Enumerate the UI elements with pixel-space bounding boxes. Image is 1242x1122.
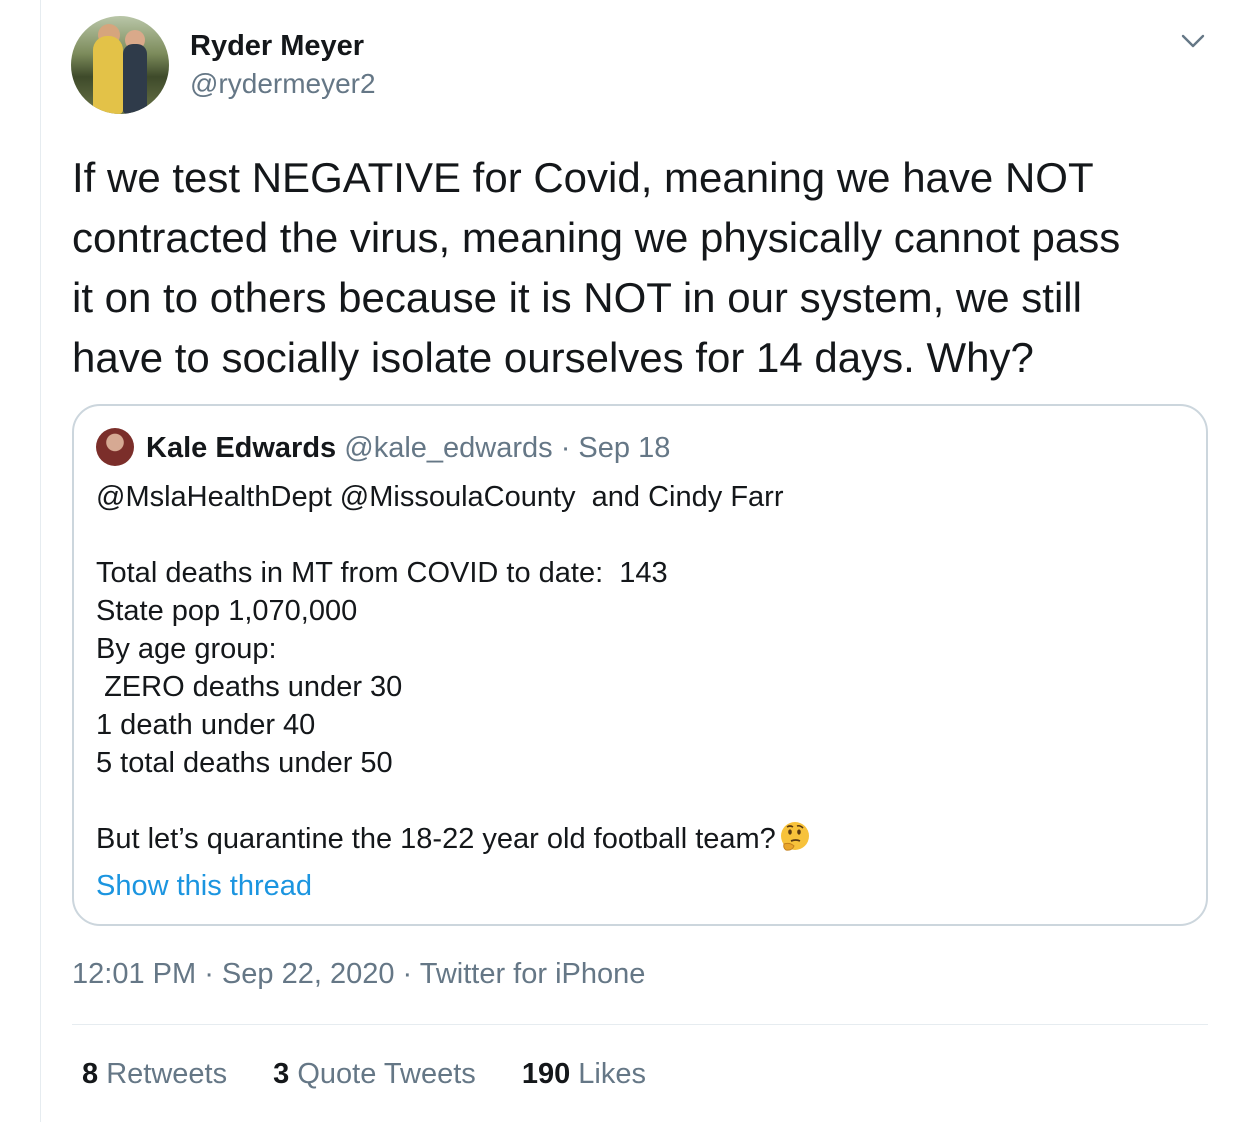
stats-divider	[72, 1024, 1208, 1025]
quoted-tweet-text: @MslaHealthDept @MissoulaCounty and Cind…	[96, 478, 1186, 858]
quoted-tweet-date[interactable]: Sep 18	[578, 432, 670, 464]
tweet-text: If we test NEGATIVE for Covid, meaning w…	[72, 154, 1121, 381]
quoted-author-name[interactable]: Kale Edwards	[146, 432, 336, 464]
retweets-stat[interactable]: 8 Retweets	[82, 1058, 227, 1091]
quoted-author-avatar[interactable]	[96, 428, 134, 466]
author-avatar[interactable]	[71, 16, 169, 114]
quoted-tweet-header: Kale Edwards @kale_edwards · Sep 18	[146, 432, 670, 465]
author-handle[interactable]: @rydermeyer2	[190, 68, 376, 100]
likes-count: 190	[521, 1058, 571, 1090]
quoted-tweet-body: @MslaHealthDept @MissoulaCounty and Cind…	[96, 481, 784, 855]
column-divider	[40, 0, 41, 1122]
quote-tweets-label: Quote Tweets	[297, 1058, 476, 1090]
quoted-author-handle[interactable]: @kale_edwards	[344, 432, 552, 464]
timestamp-separator: ·	[196, 958, 222, 990]
tweet-detail-page: Ryder Meyer @rydermeyer2 If we test NEGA…	[0, 0, 1242, 1122]
author-name[interactable]: Ryder Meyer	[190, 30, 364, 63]
tweet-time[interactable]: 12:01 PM	[72, 958, 196, 990]
thinking-face-icon	[780, 822, 809, 851]
show-thread-link[interactable]: Show this thread	[96, 870, 312, 903]
quoted-tweet-card[interactable]: Kale Edwards @kale_edwards · Sep 18 @Msl…	[72, 404, 1208, 926]
likes-label: Likes	[578, 1058, 646, 1090]
retweets-label: Retweets	[106, 1058, 228, 1090]
tweet-stats: 8 Retweets 3 Quote Tweets 190 Likes	[82, 1058, 684, 1091]
tweet-timestamp: 12:01 PM · Sep 22, 2020 · Twitter for iP…	[72, 958, 645, 991]
tweet-date[interactable]: Sep 22, 2020	[222, 958, 395, 990]
retweets-count: 8	[82, 1058, 99, 1090]
quoted-meta-separator: ·	[552, 432, 579, 464]
chevron-down-icon[interactable]	[1180, 30, 1206, 52]
tweet-source[interactable]: Twitter for iPhone	[420, 958, 646, 990]
timestamp-separator-2: ·	[394, 958, 420, 990]
likes-stat[interactable]: 190 Likes	[522, 1058, 646, 1091]
quote-tweets-stat[interactable]: 3 Quote Tweets	[273, 1058, 476, 1091]
quote-tweets-count: 3	[273, 1058, 290, 1090]
